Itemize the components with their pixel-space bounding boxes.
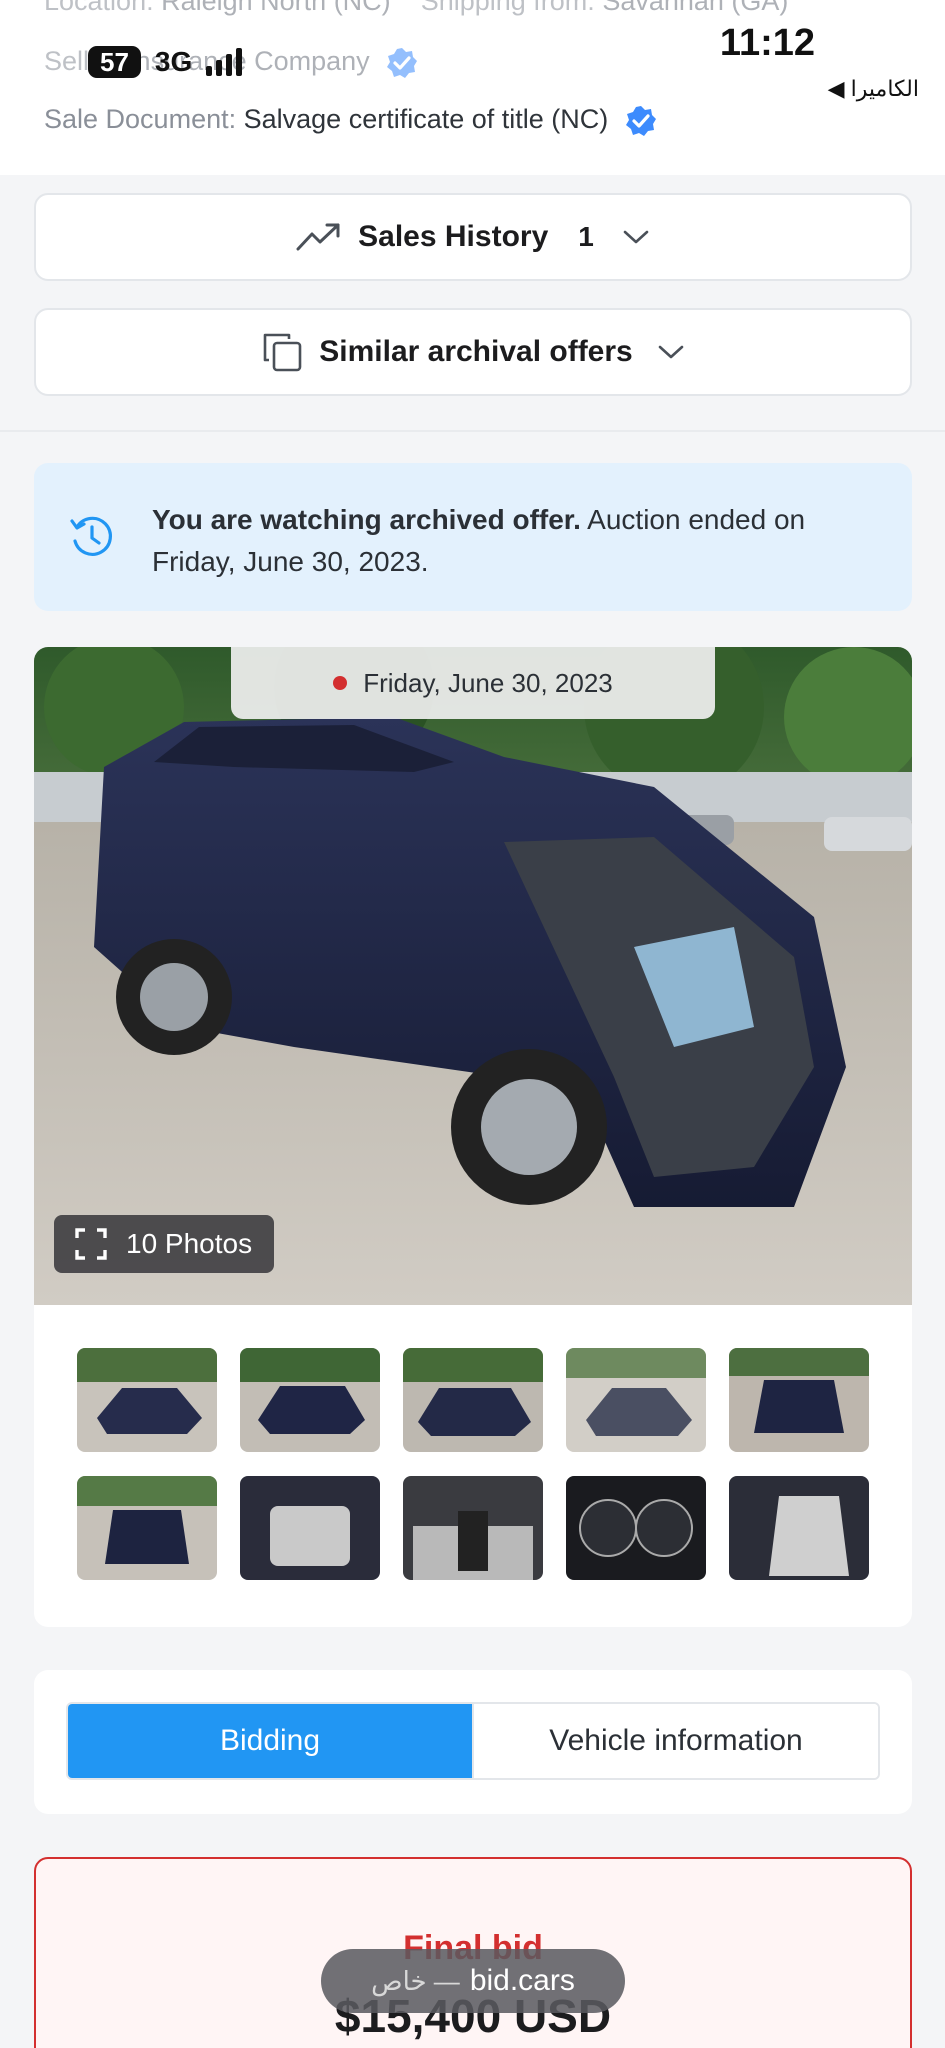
main-vehicle-photo[interactable]: Friday, June 30, 2023 10 Photos (34, 647, 912, 1305)
thumbnail[interactable] (566, 1476, 706, 1580)
photo-gallery: Friday, June 30, 2023 10 Photos (34, 647, 912, 1627)
thumbnail[interactable] (77, 1348, 217, 1452)
location-value: Raleigh North (NC) (161, 0, 391, 16)
page: Location: Raleigh North (NC) Shipping fr… (0, 0, 945, 2048)
verified-icon (387, 48, 418, 78)
sale-document-value: Salvage certificate of title (NC) (243, 104, 609, 135)
location-line: Location: Raleigh North (NC) Shipping fr… (44, 0, 788, 17)
status-bar-left: 57 3G (88, 44, 243, 80)
status-bar-time: 11:12 (719, 22, 815, 64)
archived-notice-bold: You are watching archived offer. (152, 504, 581, 535)
back-app-label: الكاميرا (850, 76, 919, 101)
details-tabs-card: Bidding Vehicle information (34, 1670, 912, 1814)
vehicle-photo-image (34, 647, 912, 1305)
view-all-photos-button[interactable]: 10 Photos (54, 1215, 275, 1273)
sale-document-label: Sale Document: (44, 104, 237, 135)
thumbnail[interactable] (77, 1476, 217, 1580)
chevron-down-icon (623, 230, 649, 244)
sales-history-count: 1 (578, 221, 594, 252)
details-tabs: Bidding Vehicle information (66, 1702, 880, 1780)
shipping-value: Savannah (GA) (602, 0, 789, 16)
thumbnail[interactable] (403, 1476, 543, 1580)
private-mode-label: خاص — (371, 1965, 460, 1996)
sale-document-line: Sale Document: Salvage certificate of ti… (44, 104, 658, 138)
sales-history-toggle[interactable]: Sales History 1 (34, 193, 912, 281)
copy-icon (263, 333, 302, 372)
domain-label: bid.cars (469, 1964, 575, 1997)
back-to-app-link[interactable]: الكاميرا ◀ (828, 76, 919, 102)
shipping-label: Shipping from: (420, 0, 595, 16)
browser-address-bar[interactable]: خاص — bid.cars (321, 1949, 625, 2013)
battery-indicator: 57 (88, 46, 141, 78)
thumbnail[interactable] (729, 1476, 869, 1580)
similar-offers-label: Similar archival offers (319, 335, 633, 368)
thumbnail-grid (77, 1348, 871, 1580)
thumbnail[interactable] (566, 1348, 706, 1452)
section-divider (0, 430, 945, 432)
status-dot (333, 676, 348, 690)
history-icon (70, 516, 112, 556)
chevron-down-icon (658, 345, 684, 359)
lot-details-summary: Location: Raleigh North (NC) Shipping fr… (0, 0, 945, 175)
sales-history-label: Sales History (358, 220, 549, 253)
archived-notice-text: You are watching archived offer. Auction… (152, 499, 852, 583)
similar-offers-toggle[interactable]: Similar archival offers (34, 308, 912, 396)
network-type: 3G (154, 46, 193, 77)
location-label: Location: (44, 0, 154, 16)
tab-vehicle-information[interactable]: Vehicle information (472, 1704, 878, 1778)
fullscreen-icon (75, 1228, 107, 1260)
thumbnail[interactable] (729, 1348, 869, 1452)
tab-bidding[interactable]: Bidding (68, 1704, 472, 1778)
auction-date: Friday, June 30, 2023 (363, 667, 613, 698)
thumbnail[interactable] (403, 1348, 543, 1452)
auction-date-badge: Friday, June 30, 2023 (231, 647, 715, 719)
signal-icon (206, 48, 243, 76)
back-arrow-icon: ◀ (827, 76, 845, 101)
trending-up-icon (296, 223, 340, 251)
verified-icon (625, 106, 656, 136)
archived-offer-notice: You are watching archived offer. Auction… (34, 463, 912, 611)
thumbnail[interactable] (240, 1476, 380, 1580)
photos-count-label: 10 Photos (126, 1228, 253, 1259)
thumbnail[interactable] (240, 1348, 380, 1452)
